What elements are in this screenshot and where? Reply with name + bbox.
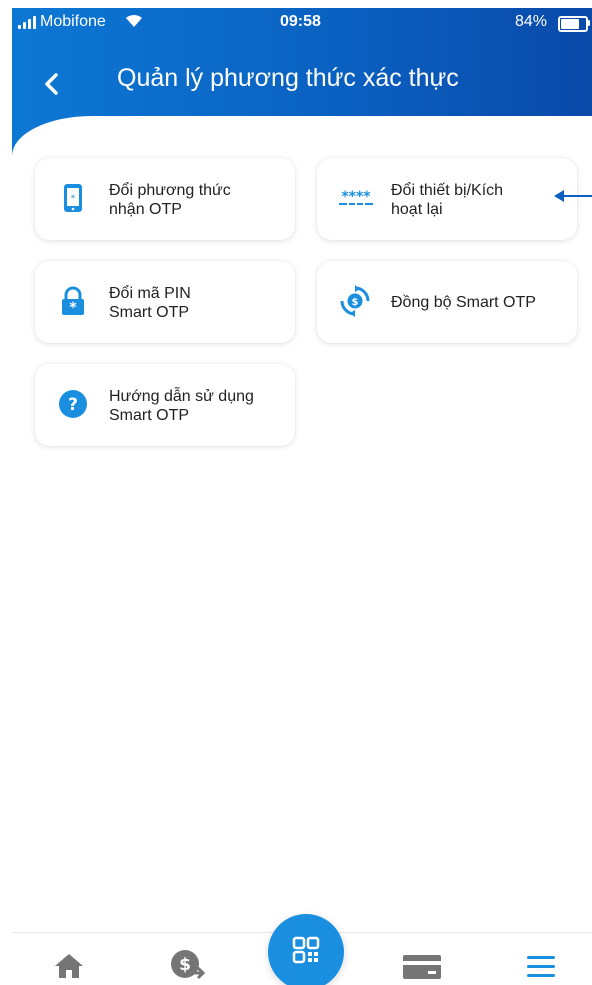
qr-scan-button[interactable] bbox=[268, 914, 344, 985]
change-otp-method-label: Đổi phương thức nhận OTP bbox=[109, 181, 231, 219]
change-device-label: Đổi thiết bị/Kích hoạt lại bbox=[391, 181, 503, 219]
label-line-1: Đổi phương thức bbox=[109, 182, 231, 199]
battery-tip bbox=[588, 20, 590, 26]
signal-icon bbox=[18, 16, 36, 29]
sync-smart-otp-label: Đồng bộ Smart OTP bbox=[391, 293, 536, 312]
svg-text:*: * bbox=[69, 300, 77, 316]
label-line-2: nhận OTP bbox=[109, 201, 182, 218]
label-line-2: Smart OTP bbox=[109, 304, 190, 321]
svg-text:****: **** bbox=[341, 189, 371, 205]
svg-text:$: $ bbox=[352, 297, 359, 308]
change-pin-card[interactable]: * Đổi mã PIN Smart OTP bbox=[35, 261, 295, 343]
battery-percent: 84% bbox=[515, 13, 548, 30]
home-icon[interactable] bbox=[54, 953, 84, 979]
phone-icon: * bbox=[64, 184, 82, 212]
svg-text:*: * bbox=[71, 194, 76, 204]
user-guide-card[interactable]: ? Hướng dẫn sử dụng Smart OTP bbox=[35, 364, 295, 446]
sync-icon: $ bbox=[340, 285, 370, 317]
pointer-arrow-icon bbox=[554, 190, 592, 202]
menu-icon[interactable] bbox=[526, 953, 556, 981]
change-otp-method-card[interactable]: * Đổi phương thức nhận OTP bbox=[35, 158, 295, 240]
sync-smart-otp-card[interactable]: $ Đồng bộ Smart OTP bbox=[317, 261, 577, 343]
carrier-name: Mobifone bbox=[40, 13, 106, 30]
qr-scan-icon bbox=[292, 936, 320, 964]
lock-icon: * bbox=[62, 286, 84, 316]
svg-text:?: ? bbox=[68, 395, 78, 415]
battery-icon bbox=[558, 16, 588, 32]
clock: 09:58 bbox=[280, 13, 321, 30]
label-line-1: Hướng dẫn sử dụng bbox=[109, 388, 254, 405]
card-icon[interactable] bbox=[402, 953, 442, 981]
status-bar: Mobifone 09:58 84% bbox=[12, 8, 592, 36]
change-device-card[interactable]: **** Đổi thiết bị/Kích hoạt lại bbox=[317, 158, 577, 240]
label-line-2: Smart OTP bbox=[109, 407, 190, 424]
page-title: Quản lý phương thức xác thực bbox=[117, 64, 459, 92]
label-line-1: Đổi thiết bị/Kích bbox=[391, 182, 504, 199]
label-line-2: hoạt lại bbox=[391, 201, 443, 218]
chevron-left-icon[interactable] bbox=[36, 68, 68, 100]
label-line-1: Đồng bộ Smart OTP bbox=[391, 294, 536, 311]
svg-text:$: $ bbox=[179, 955, 191, 975]
label-line-1: Đổi mã PIN bbox=[109, 285, 191, 302]
user-guide-label: Hướng dẫn sử dụng Smart OTP bbox=[109, 387, 254, 425]
help-icon: ? bbox=[59, 390, 87, 418]
money-transfer-icon[interactable]: $ bbox=[170, 947, 206, 981]
wifi-icon bbox=[126, 14, 142, 27]
password-stars-icon: **** bbox=[339, 189, 373, 205]
change-pin-label: Đổi mã PIN Smart OTP bbox=[109, 284, 191, 322]
screen: Mobifone 09:58 84% Quản lý phương thức x… bbox=[12, 8, 592, 985]
